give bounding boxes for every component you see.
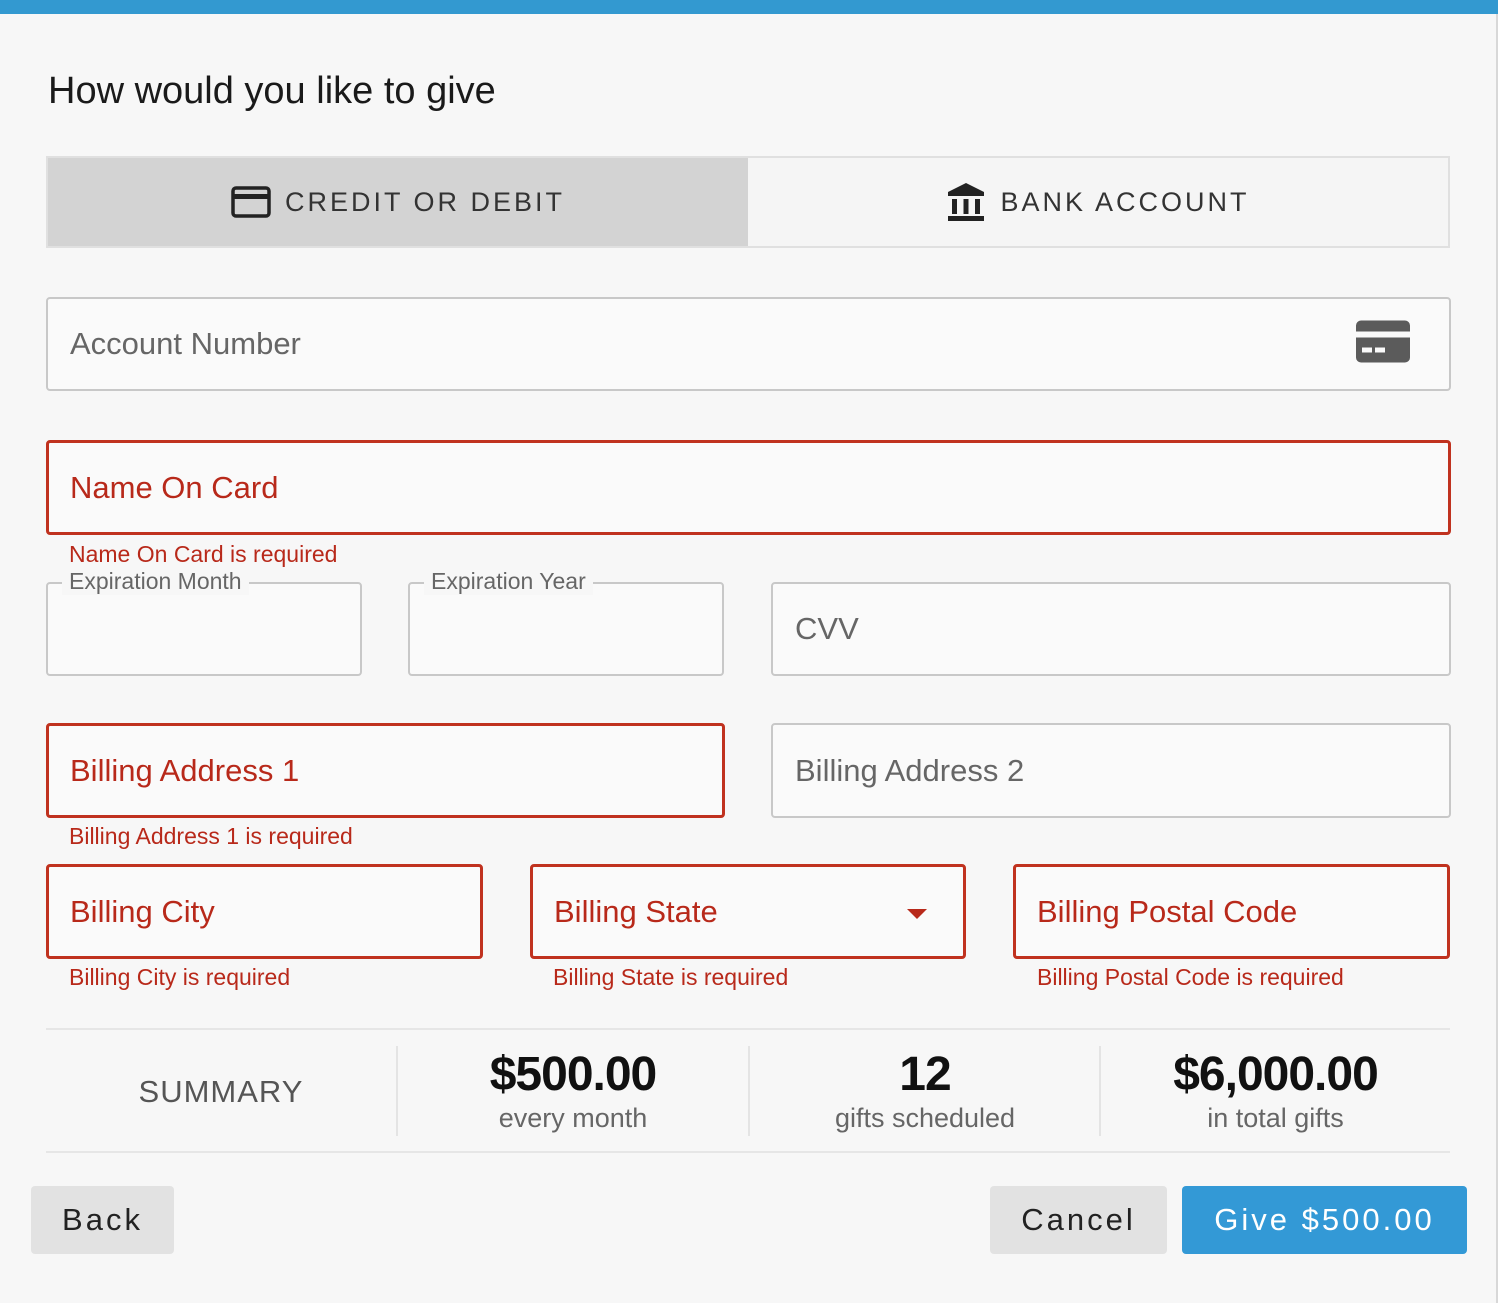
credit-card-icon (231, 186, 271, 218)
billing-address-2-placeholder: Billing Address 2 (795, 752, 1025, 788)
billing-address-1-input[interactable]: Billing Address 1 (46, 723, 725, 818)
summary-amount: $500.00 every month (398, 1032, 748, 1152)
give-button[interactable]: Give $500.00 (1182, 1186, 1467, 1254)
cancel-button[interactable]: Cancel (990, 1186, 1167, 1254)
name-on-card-placeholder: Name On Card (70, 469, 279, 505)
summary-amount-value: $500.00 (489, 1048, 658, 1101)
summary-label: SUMMARY (138, 1074, 304, 1109)
expiration-year-select[interactable]: Expiration Year (408, 568, 724, 676)
chevron-down-icon (907, 908, 927, 919)
billing-address-1-placeholder: Billing Address 1 (70, 752, 300, 788)
tab-credit-or-debit[interactable]: CREDIT OR DEBIT (48, 158, 748, 246)
account-number-input[interactable]: Account Number (46, 297, 1451, 391)
tab-credit-or-debit-label: CREDIT OR DEBIT (284, 186, 566, 217)
billing-address-2-input[interactable]: Billing Address 2 (771, 723, 1451, 818)
bank-icon (946, 181, 986, 223)
tab-bank-account[interactable]: BANK ACCOUNT (748, 158, 1448, 246)
tab-bank-account-label: BANK ACCOUNT (1000, 186, 1250, 217)
cvv-placeholder: CVV (795, 611, 859, 646)
billing-state-select[interactable]: Billing State (530, 864, 966, 959)
summary-top-divider (46, 1028, 1450, 1030)
top-accent-bar (0, 0, 1498, 14)
billing-postal-code-placeholder: Billing Postal Code (1037, 893, 1298, 929)
summary-count-caption: gifts scheduled (834, 1103, 1016, 1133)
summary-count: 12 gifts scheduled (750, 1032, 1100, 1152)
payment-method-tabs: CREDIT OR DEBIT BANK ACCOUNT (46, 156, 1450, 248)
summary-total-value: $6,000.00 (1173, 1048, 1379, 1101)
billing-state-placeholder: Billing State (554, 893, 718, 929)
page-title: How would you like to give (48, 70, 496, 112)
name-on-card-input[interactable]: Name On Card (46, 440, 1451, 535)
account-number-placeholder: Account Number (70, 326, 301, 361)
billing-city-input[interactable]: Billing City (46, 864, 483, 959)
cvv-input[interactable]: CVV (771, 582, 1451, 676)
billing-postal-code-input[interactable]: Billing Postal Code (1013, 864, 1450, 959)
expiration-month-select[interactable]: Expiration Month (46, 568, 362, 676)
billing-city-placeholder: Billing City (70, 893, 215, 929)
billing-postal-code-error: Billing Postal Code is required (1037, 964, 1344, 990)
expiration-month-label: Expiration Month (62, 568, 249, 595)
summary-total-caption: in total gifts (1207, 1103, 1344, 1133)
summary-label-cell: SUMMARY (46, 1032, 396, 1152)
expiration-year-label: Expiration Year (424, 568, 593, 595)
summary-bottom-divider (46, 1151, 1450, 1153)
billing-address-1-error: Billing Address 1 is required (69, 823, 353, 849)
summary-amount-caption: every month (498, 1103, 648, 1133)
billing-state-error: Billing State is required (553, 964, 789, 990)
summary-count-value: 12 (899, 1048, 951, 1101)
back-button[interactable]: Back (31, 1186, 174, 1254)
name-on-card-error: Name On Card is required (69, 541, 338, 567)
card-icon (1355, 320, 1411, 369)
billing-city-error: Billing City is required (69, 964, 291, 990)
summary-total: $6,000.00 in total gifts (1101, 1032, 1450, 1152)
